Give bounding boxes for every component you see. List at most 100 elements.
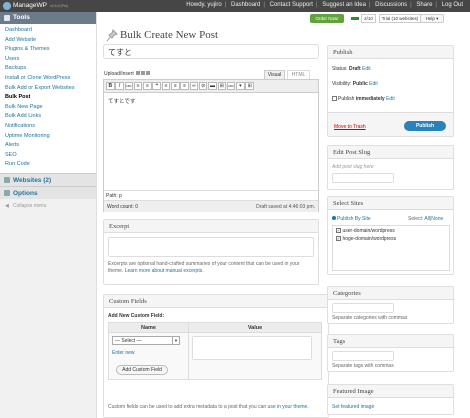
excerpt-textarea[interactable] — [108, 237, 314, 257]
custom-fields-box: Custom Fields Add New Custom Field: Name… — [103, 294, 329, 418]
sidebar-item-bulk-post[interactable]: Bulk Post — [0, 93, 96, 103]
sidebar-item-run-code[interactable]: Run Code — [0, 160, 96, 170]
categories-input[interactable] — [332, 303, 394, 313]
name-cell: — Select — ▼ Enter new Add Custom Field — [108, 332, 189, 380]
spellcheck-dropdown[interactable]: ▾ — [236, 82, 245, 90]
move-to-trash-link[interactable]: Move to Trash — [334, 124, 366, 130]
visibility-edit-link[interactable]: Edit — [369, 81, 378, 87]
tab-html[interactable]: HTML — [287, 70, 310, 79]
draft-saved: Draft saved at 4:46:03 pm. — [256, 204, 315, 210]
bullet-list-button[interactable]: ≡ — [133, 82, 143, 90]
align-center-button[interactable]: ≡ — [171, 82, 180, 90]
select-all-link[interactable]: All — [424, 216, 430, 222]
sidebar-item-plugins-themes[interactable]: Plugins & Themes — [0, 45, 96, 55]
share-link[interactable]: Share — [413, 2, 435, 8]
sidebar-item-notifications[interactable]: Notifications — [0, 122, 96, 132]
align-right-button[interactable]: ≡ — [180, 82, 189, 90]
sidebar-item-users[interactable]: Users — [0, 55, 96, 65]
discussions-link[interactable]: Discussions — [372, 2, 410, 8]
sidebar-item-install-clone[interactable]: Install or Clone WordPress — [0, 74, 96, 84]
excerpt-help: Excerpts are optional hand-crafted summa… — [108, 261, 300, 274]
kitchen-sink-button[interactable]: ⊞ — [245, 82, 254, 90]
spellcheck-button[interactable]: ABC — [226, 82, 236, 90]
top-bar: ManageWP v2.6.6 (Pro) Howdy, yujiro | Das… — [0, 0, 470, 12]
post-slug-title[interactable]: Edit Post Slug — [328, 146, 453, 159]
tags-input[interactable] — [332, 351, 394, 361]
post-title-input[interactable]: てすと — [103, 44, 319, 59]
sidebar-item-bulk-new-page[interactable]: Bulk New Page — [0, 103, 96, 113]
help-button[interactable]: Help ▾ — [420, 14, 444, 23]
suggest-idea-link[interactable]: Suggest an Idea — [319, 2, 369, 8]
sidebar-item-dashboard[interactable]: Dashboard — [0, 26, 96, 36]
sidebar-tools-header[interactable]: Tools — [0, 12, 96, 24]
set-featured-image-link[interactable]: Set featured image — [332, 404, 374, 410]
sidebar-item-add-website[interactable]: Add Website — [0, 36, 96, 46]
version-label: v2.6.6 (Pro) — [50, 4, 69, 8]
custom-fields-help-link[interactable]: use in your theme. — [268, 404, 309, 410]
word-count: Word count: 0 — [107, 204, 139, 210]
tools-icon — [4, 15, 10, 21]
select-all-none: Select: All|None — [408, 216, 444, 222]
featured-image-title[interactable]: Featured Image — [328, 385, 453, 398]
post-slug-input[interactable] — [332, 173, 394, 183]
custom-fields-title[interactable]: Custom Fields — [104, 295, 328, 308]
fullscreen-button[interactable]: ⊞ — [217, 82, 227, 90]
strikethrough-button[interactable]: ABC — [124, 82, 134, 90]
publish-button[interactable]: Publish — [404, 121, 446, 131]
top-links: Howdy, yujiro | Dashboard | Contact Suppor… — [183, 2, 466, 8]
sidebar-item-bulk-add-links[interactable]: Bulk Add Links — [0, 112, 96, 122]
checkbox-checked-icon: ✓ — [336, 228, 341, 234]
numbered-list-button[interactable]: ≡ — [143, 82, 152, 90]
custom-field-value-textarea[interactable] — [192, 336, 312, 360]
categories-box: Categories Separate categories with comm… — [327, 286, 454, 324]
more-tag-button[interactable]: ▬ — [208, 82, 217, 90]
categories-title[interactable]: Categories — [328, 287, 453, 300]
video-icon[interactable] — [146, 71, 151, 75]
select-sites-title[interactable]: Select Sites — [328, 197, 453, 210]
calendar-icon — [332, 96, 337, 102]
excerpt-title[interactable]: Excerpt — [104, 220, 318, 233]
brand-name: ManageWP — [13, 2, 47, 9]
options-icon — [4, 189, 10, 196]
site-list: ✓ user-domain/wordpress ✓ hoge-domain/word… — [332, 225, 450, 271]
italic-button[interactable]: I — [115, 82, 124, 90]
editor-content[interactable]: てすとです — [104, 93, 318, 109]
sidebar-websites-header[interactable]: Websites (2) — [0, 172, 96, 186]
link-button[interactable]: ∞ — [189, 82, 199, 90]
excerpt-help-link[interactable]: Learn more about manual excerpts. — [125, 268, 204, 274]
howdy-link[interactable]: Howdy, yujiro — [183, 2, 225, 8]
tags-title[interactable]: Tags — [328, 335, 453, 348]
logout-link[interactable]: Log Out — [439, 2, 466, 8]
status-edit-link[interactable]: Edit — [362, 66, 371, 72]
collapse-arrow-icon: ◀ — [5, 202, 9, 209]
order-now-button[interactable]: Order Now! — [310, 14, 344, 23]
media-icon[interactable] — [136, 71, 141, 75]
sidebar-options-header[interactable]: Options — [0, 185, 96, 199]
contact-support-link[interactable]: Contact Support — [267, 2, 316, 8]
collapse-menu[interactable]: ◀ Collapse menu — [0, 203, 96, 209]
sidebar-item-seo[interactable]: SEO — [0, 151, 96, 161]
sidebar-item-bulk-add-export[interactable]: Bulk Add or Export Websites — [0, 84, 96, 94]
select-none-link[interactable]: None — [431, 216, 443, 222]
custom-field-name-select[interactable]: — Select — ▼ — [112, 336, 180, 345]
publish-title[interactable]: Publish — [328, 46, 453, 59]
enter-new-link[interactable]: Enter new — [112, 350, 185, 356]
sidebar-item-backups[interactable]: Backups — [0, 64, 96, 74]
upload-insert-label: Upload/Insert — [104, 71, 134, 77]
dashboard-link[interactable]: Dashboard — [228, 2, 263, 8]
sidebar-item-uptime[interactable]: Uptime Monitoring — [0, 132, 96, 142]
schedule-edit-link[interactable]: Edit — [386, 96, 395, 102]
sidebar-item-alerts[interactable]: Alerts — [0, 141, 96, 151]
site-item[interactable]: ✓ hoge-domain/wordpress — [333, 236, 449, 242]
sidebar-menu: Dashboard Add Website Plugins & Themes U… — [0, 24, 96, 173]
bold-button[interactable]: B — [106, 82, 115, 90]
image-icon[interactable] — [141, 71, 146, 75]
align-left-button[interactable]: ≡ — [161, 82, 171, 90]
add-custom-field-button[interactable]: Add Custom Field — [116, 365, 168, 375]
publish-by-site-tab[interactable]: Publish By Site — [332, 216, 371, 222]
tab-visual[interactable]: Visual — [264, 70, 285, 79]
site-item[interactable]: ✓ user-domain/wordpress — [333, 226, 449, 236]
main-content: Order Now! 2/10 Trial (10 websites) Help… — [98, 12, 470, 418]
unlink-button[interactable]: ⊘ — [198, 82, 208, 90]
blockquote-button[interactable]: ❝ — [152, 82, 161, 90]
